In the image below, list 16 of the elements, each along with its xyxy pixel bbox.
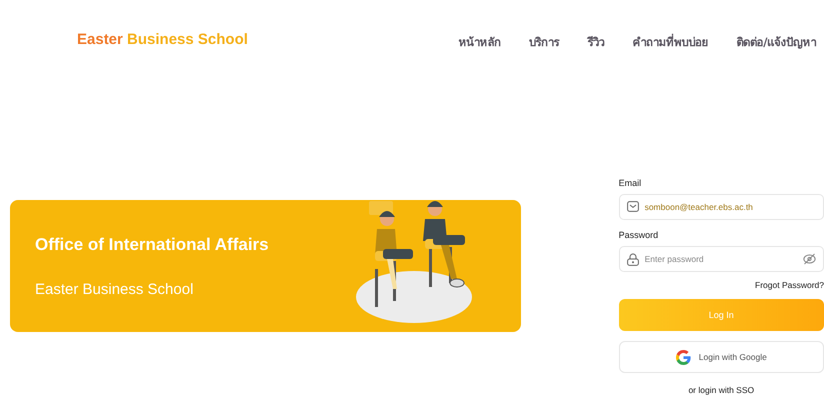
banner-subtitle: Easter Business School <box>35 280 194 298</box>
eye-slash-icon[interactable] <box>803 253 816 265</box>
nav-link[interactable]: รีวิว <box>579 33 612 51</box>
password-field[interactable]: Enter password <box>618 246 824 272</box>
nav-link[interactable]: คำถามที่พบบ่อย <box>624 33 716 51</box>
google-login-button[interactable]: Login with Google <box>618 341 824 373</box>
field-label: Email <box>618 178 642 188</box>
email-field[interactable]: somboon@teacher.ebs.ac.th <box>618 194 824 220</box>
nav-link[interactable]: หน้าหลัก <box>450 33 509 51</box>
forgot-password-link[interactable]: Frogot Password? <box>755 280 824 290</box>
banner-title: Office of International Affairs <box>35 234 270 254</box>
nav-link[interactable]: ติดต่อ/แจ้งปัญหา <box>728 33 824 51</box>
google-icon <box>676 350 691 364</box>
sso-text: or login with SSO <box>687 385 756 395</box>
field-label: Password <box>618 230 660 240</box>
nav-link[interactable]: บริการ <box>520 33 568 51</box>
